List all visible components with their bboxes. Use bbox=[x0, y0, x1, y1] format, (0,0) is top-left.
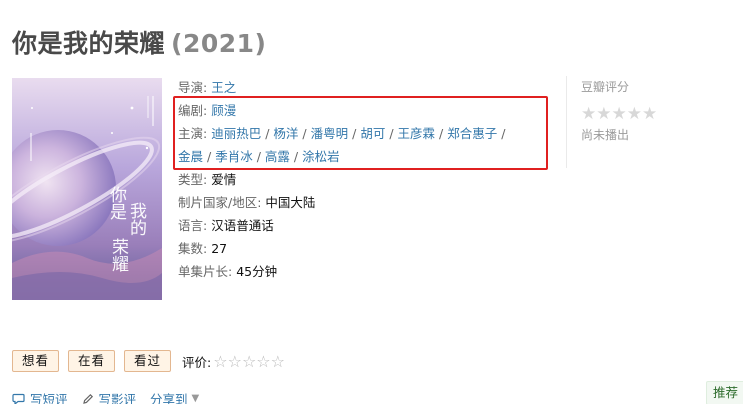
language-label: 语言: bbox=[178, 218, 208, 233]
director-row: 导演: 王之 bbox=[178, 76, 505, 99]
title-name: 你是我的荣耀 bbox=[12, 29, 166, 58]
runtime-label: 单集片长: bbox=[178, 264, 233, 279]
subject-page: 你是我的荣耀 (2021) 你是 我的 荣耀 导演: 王之 编剧: 顾漫 主演:… bbox=[0, 0, 743, 404]
cast-link[interactable]: 涂松岩 bbox=[302, 149, 340, 164]
cast-separator: / bbox=[265, 126, 270, 141]
cast-separator: / bbox=[439, 126, 444, 141]
page-title: 你是我的荣耀 (2021) bbox=[12, 24, 266, 60]
recommend-button[interactable]: 推荐 bbox=[706, 381, 743, 404]
title-year: (2021) bbox=[171, 29, 267, 58]
region-row: 制片国家/地区: 中国大陆 bbox=[178, 191, 505, 214]
region-label: 制片国家/地区: bbox=[178, 195, 262, 210]
cast-separator: / bbox=[389, 126, 394, 141]
chevron-down-icon: ▼ bbox=[191, 393, 200, 404]
writer-row: 编剧: 顾漫 bbox=[178, 99, 505, 122]
poster-calligraphy-3: 荣耀 bbox=[108, 238, 129, 272]
cast-separator: / bbox=[293, 149, 299, 164]
episodes-value: 27 bbox=[211, 241, 228, 256]
interest-actions: 想看 在看 看过 评价: ☆☆☆☆☆ bbox=[12, 350, 285, 372]
cast-separator: / bbox=[207, 149, 212, 164]
language-value: 汉语普通话 bbox=[211, 218, 274, 233]
cast-link[interactable]: 季肖冰 bbox=[215, 149, 253, 164]
episodes-label: 集数: bbox=[178, 241, 208, 256]
director-link[interactable]: 王之 bbox=[211, 80, 236, 95]
rating-status: 尚未播出 bbox=[581, 128, 630, 142]
region-value: 中国大陆 bbox=[265, 195, 316, 210]
poster-calligraphy: 你是 bbox=[106, 186, 127, 220]
share-row: 写短评 写影评 分享到 ▼ bbox=[12, 389, 213, 404]
write-short-review-link[interactable]: 写短评 bbox=[12, 389, 68, 404]
rate-label: 评价: bbox=[182, 354, 212, 370]
share-to-dropdown[interactable]: 分享到 ▼ bbox=[150, 389, 199, 404]
cast-separator: / bbox=[352, 126, 357, 141]
want-to-watch-button[interactable]: 想看 bbox=[12, 350, 60, 372]
cast-row-2: 金晨 / 季肖冰 / 高露 / 涂松岩 bbox=[178, 145, 505, 168]
poster-calligraphy-2: 我的 bbox=[126, 202, 147, 237]
write-short-review-label: 写短评 bbox=[30, 392, 68, 404]
cast-link[interactable]: 杨洋 bbox=[273, 126, 298, 141]
cast-link[interactable]: 郑合惠子 bbox=[447, 126, 497, 141]
rating-panel: 豆瓣评分 ★★★★★ 尚未播出 bbox=[566, 76, 706, 168]
rate-stars-input[interactable]: ☆☆☆☆☆ bbox=[213, 352, 285, 371]
pencil-icon bbox=[82, 393, 93, 404]
cast-link[interactable]: 金晨 bbox=[178, 149, 203, 164]
episodes-row: 集数: 27 bbox=[178, 237, 505, 260]
cast-link[interactable]: 胡可 bbox=[360, 126, 385, 141]
poster-image[interactable]: 你是 我的 荣耀 bbox=[12, 78, 162, 300]
cast-label: 主演: bbox=[178, 126, 208, 141]
poster-art: 你是 我的 荣耀 bbox=[12, 78, 162, 300]
writer-label: 编剧: bbox=[178, 103, 208, 118]
cast-separator: / bbox=[501, 126, 506, 141]
cast-link[interactable]: 高露 bbox=[265, 149, 290, 164]
comment-icon bbox=[12, 393, 25, 404]
share-to-label: 分享到 bbox=[150, 392, 188, 404]
cast-row-1: 主演: 迪丽热巴 / 杨洋 / 潘粤明 / 胡可 / 王彦霖 / 郑合惠子 / bbox=[178, 122, 505, 145]
writer-link[interactable]: 顾漫 bbox=[211, 103, 236, 118]
cast-separator: / bbox=[256, 149, 261, 164]
subject-info: 导演: 王之 编剧: 顾漫 主演: 迪丽热巴 / 杨洋 / 潘粤明 / 胡可 /… bbox=[178, 76, 505, 283]
write-review-label: 写影评 bbox=[98, 392, 137, 404]
cast-separator: / bbox=[302, 126, 307, 141]
genre-row: 类型: 爱情 bbox=[178, 168, 505, 191]
watching-button[interactable]: 在看 bbox=[68, 350, 116, 372]
genre-label: 类型: bbox=[178, 172, 208, 187]
director-label: 导演: bbox=[178, 80, 208, 95]
cast-link[interactable]: 王彦霖 bbox=[398, 126, 436, 141]
watched-button[interactable]: 看过 bbox=[124, 350, 172, 372]
cast-link[interactable]: 迪丽热巴 bbox=[211, 126, 261, 141]
rating-stars-icon: ★★★★★ bbox=[581, 104, 658, 124]
cast-link[interactable]: 潘粤明 bbox=[311, 126, 349, 141]
genre-value: 爱情 bbox=[211, 172, 237, 187]
language-row: 语言: 汉语普通话 bbox=[178, 214, 505, 237]
runtime-row: 单集片长: 45分钟 bbox=[178, 260, 505, 283]
write-review-link[interactable]: 写影评 bbox=[82, 389, 137, 404]
rating-label: 豆瓣评分 bbox=[581, 80, 630, 94]
runtime-value: 45分钟 bbox=[236, 264, 278, 279]
